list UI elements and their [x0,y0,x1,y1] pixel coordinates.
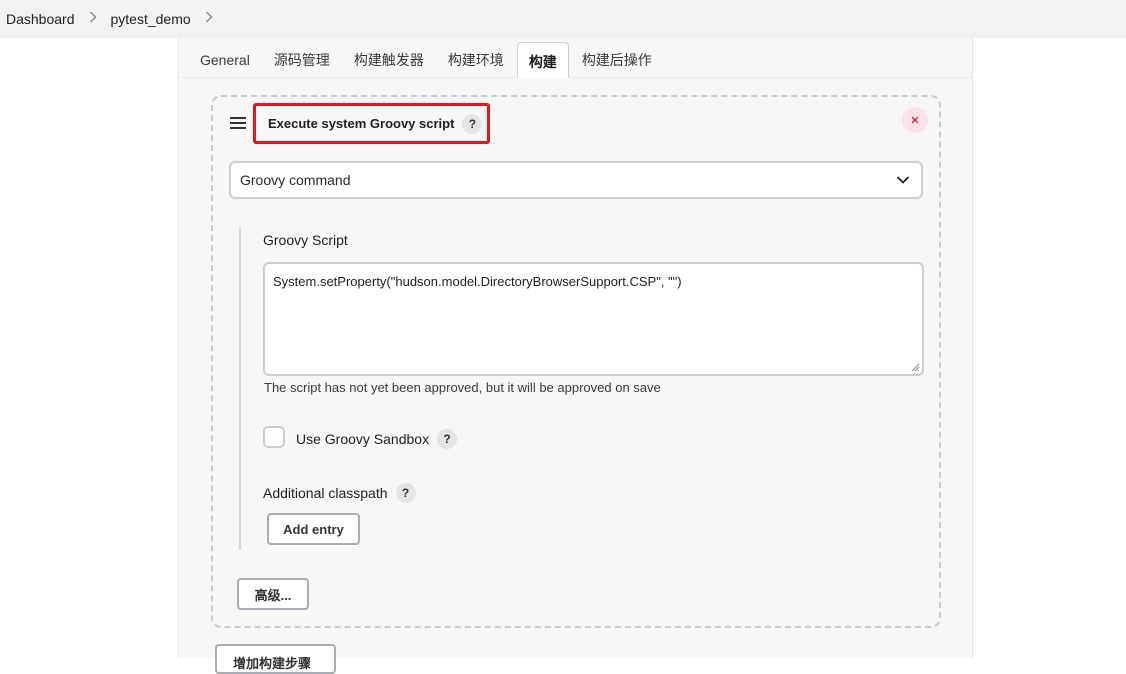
groovy-source-select[interactable]: Groovy command [229,161,923,199]
breadcrumb-pytest-demo[interactable]: pytest_demo [111,11,191,27]
groovy-source-value: Groovy command [240,172,351,188]
groovy-sandbox-label: Use Groovy Sandbox [296,431,430,447]
tab-build-environment[interactable]: 构建环境 [437,41,515,77]
add-entry-button[interactable]: Add entry [267,513,360,545]
drag-handle-icon[interactable] [230,117,246,129]
groovy-sandbox-row: Use Groovy Sandbox ? [296,429,458,449]
add-build-step-button[interactable]: 增加构建步骤 [215,644,336,674]
delete-step-button[interactable] [902,107,928,133]
help-icon[interactable]: ? [395,483,416,503]
breadcrumb: Dashboard pytest_demo [0,0,1126,38]
tab-source-management[interactable]: 源码管理 [263,41,341,77]
tab-build[interactable]: 构建 [516,42,569,78]
approval-hint: The script has not yet been approved, bu… [264,380,661,395]
classpath-label: Additional classpath [263,485,388,501]
build-step-card: Execute system Groovy script ? Groovy co… [211,95,941,628]
help-icon[interactable]: ? [437,429,458,449]
tab-post-build-actions[interactable]: 构建后操作 [571,41,663,77]
chevron-down-icon [896,176,910,184]
groovy-script-textarea[interactable]: System.setProperty("hudson.model.Directo… [263,262,924,376]
chevron-right-icon[interactable] [205,10,213,26]
config-panel: General 源码管理 构建触发器 构建环境 构建 构建后操作 Execute… [178,38,973,674]
classpath-row: Additional classpath ? [263,483,416,503]
tab-build-triggers[interactable]: 构建触发器 [343,41,435,77]
advanced-button[interactable]: 高级... [237,578,309,610]
groovy-script-section: Groovy Script System.setProperty("hudson… [239,228,929,550]
groovy-script-content: System.setProperty("hudson.model.Directo… [273,274,682,289]
step-title: Execute system Groovy script [268,116,455,131]
close-icon [911,116,919,124]
groovy-sandbox-checkbox[interactable] [263,426,285,448]
help-icon[interactable]: ? [462,113,483,134]
tab-general[interactable]: General [189,41,261,77]
breadcrumb-dashboard[interactable]: Dashboard [6,11,75,27]
groovy-script-label: Groovy Script [263,232,348,248]
config-tabs: General 源码管理 构建触发器 构建环境 构建 构建后操作 [179,38,972,78]
chevron-right-icon [89,10,97,26]
step-title-highlight: Execute system Groovy script ? [253,103,490,144]
resize-grip-icon[interactable] [910,362,920,372]
